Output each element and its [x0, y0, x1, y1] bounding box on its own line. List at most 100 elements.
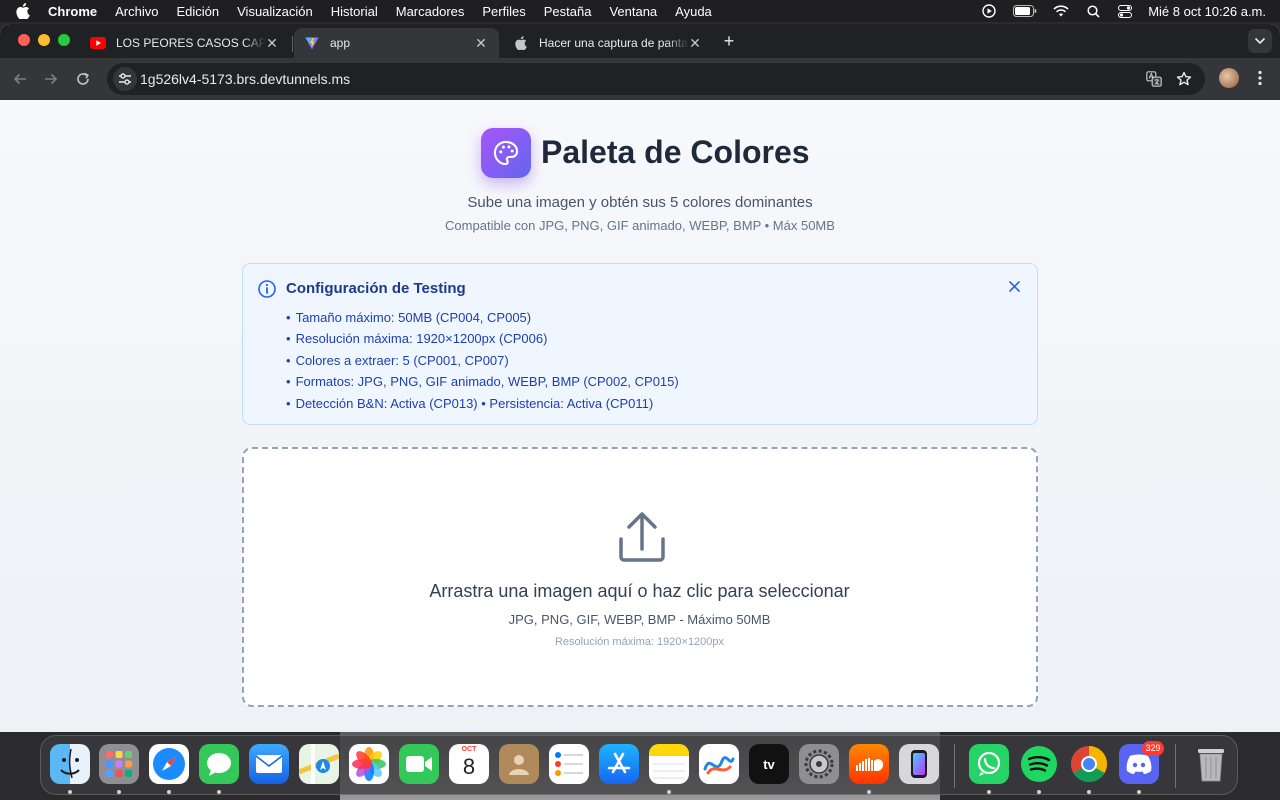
chrome-menu-icon[interactable] [1252, 69, 1268, 87]
page-subtitle: Sube una imagen y obtén sus 5 colores do… [467, 194, 813, 211]
contacts-icon[interactable] [499, 744, 539, 784]
config-item-colors: Colores a extraer: 5 (CP001, CP007) [286, 350, 679, 371]
running-indicator [987, 790, 991, 794]
page-title: Paleta de Colores [541, 134, 810, 170]
calendar-day: 8 [462, 754, 476, 779]
browser-toolbar: 1g526lv4-5173.brs.devtunnels.ms [0, 58, 1280, 100]
reminders-icon[interactable] [549, 744, 589, 784]
wifi-icon[interactable] [1052, 4, 1070, 18]
apple-menu-icon[interactable] [16, 3, 32, 19]
maps-icon[interactable] [299, 744, 339, 784]
apple-tv-icon[interactable]: tv [749, 744, 789, 784]
menu-app-name[interactable]: Chrome [48, 4, 97, 19]
profile-avatar[interactable] [1219, 68, 1239, 88]
address-bar[interactable]: 1g526lv4-5173.brs.devtunnels.ms [107, 63, 1205, 95]
running-indicator [867, 790, 871, 794]
notes-icon[interactable] [649, 744, 689, 784]
dropzone-instruction: Arrastra una imagen aquí o haz clic para… [429, 581, 850, 601]
menu-ventana[interactable]: Ventana [609, 4, 657, 19]
back-arrow-icon[interactable] [9, 68, 31, 90]
close-tab-icon[interactable]: ✕ [687, 35, 703, 51]
apple-icon [513, 35, 529, 51]
page-content: Paleta de Colores Sube una imagen y obté… [0, 100, 1280, 732]
system-settings-icon[interactable] [799, 744, 839, 784]
app-store-icon[interactable] [599, 744, 639, 784]
close-tab-icon[interactable]: ✕ [264, 35, 280, 51]
menu-archivo[interactable]: Archivo [115, 4, 158, 19]
mail-icon[interactable] [249, 744, 289, 784]
vite-icon [304, 35, 320, 51]
running-indicator [1087, 790, 1091, 794]
running-indicator [1137, 790, 1141, 794]
close-window-button[interactable] [18, 34, 30, 46]
dropzone-formats: JPG, PNG, GIF, WEBP, BMP - Máximo 50MB [508, 612, 771, 627]
info-icon [257, 279, 277, 299]
tab-title: Hacer una captura de pantalla [539, 36, 689, 50]
chrome-icon[interactable] [1069, 744, 1109, 784]
menu-perfiles[interactable]: Perfiles [482, 4, 525, 19]
calendar-icon[interactable]: OCT 8 [449, 744, 489, 784]
close-tab-icon[interactable]: ✕ [473, 35, 489, 51]
photos-icon[interactable] [349, 744, 389, 784]
config-item-max-size: Tamaño máximo: 50MB (CP004, CP005) [286, 307, 679, 328]
config-title: Configuración de Testing [286, 280, 466, 297]
bookmark-star-icon[interactable] [1176, 71, 1192, 87]
dropzone-resolution: Resolución máxima: 1920×1200px [554, 636, 725, 648]
safari-icon[interactable] [149, 744, 189, 784]
config-list: Tamaño máximo: 50MB (CP004, CP005) Resol… [286, 307, 679, 414]
tab-divider [292, 36, 293, 52]
running-indicator [117, 790, 121, 794]
macos-menu-bar: Chrome Archivo Edición Visualización His… [0, 0, 1280, 22]
running-indicator [667, 790, 671, 794]
menu-visualizacion[interactable]: Visualización [237, 4, 313, 19]
tab-captura[interactable]: Hacer una captura de pantalla ✕ [503, 28, 713, 58]
tab-app[interactable]: app ✕ [294, 28, 499, 58]
spotify-icon[interactable] [1019, 744, 1059, 784]
menu-ayuda[interactable]: Ayuda [675, 4, 712, 19]
menu-marcadores[interactable]: Marcadores [396, 4, 465, 19]
calendar-month: OCT [461, 746, 477, 753]
minimize-window-button[interactable] [38, 34, 50, 46]
reload-icon[interactable] [72, 68, 94, 90]
zoom-window-button[interactable] [58, 34, 70, 46]
config-item-detection: Detección B&N: Activa (CP013) • Persiste… [286, 393, 679, 414]
control-center-icon[interactable] [1116, 4, 1134, 18]
soundcloud-icon[interactable] [849, 744, 889, 784]
finder-icon[interactable] [50, 744, 90, 784]
whatsapp-icon[interactable] [969, 744, 1009, 784]
status-area: Mié 8 oct 10:26 a.m. [980, 0, 1266, 22]
running-indicator [68, 790, 72, 794]
tab-youtube[interactable]: LOS PEORES CASOS CAPTADOS ✕ [80, 28, 290, 58]
menu-historial[interactable]: Historial [331, 4, 378, 19]
menu-pestana[interactable]: Pestaña [544, 4, 592, 19]
trash-icon[interactable] [1191, 744, 1231, 784]
compatibility-note: Compatible con JPG, PNG, GIF animado, WE… [445, 218, 835, 233]
launchpad-icon[interactable] [99, 744, 139, 784]
running-indicator [167, 790, 171, 794]
tab-search-chevron-icon[interactable] [1248, 29, 1272, 53]
new-tab-button[interactable]: + [719, 32, 739, 52]
running-indicator [1037, 790, 1041, 794]
menu-edicion[interactable]: Edición [176, 4, 219, 19]
freeform-icon[interactable] [699, 744, 739, 784]
url-text[interactable]: 1g526lv4-5173.brs.devtunnels.ms [140, 71, 350, 87]
iphone-mirroring-icon[interactable] [899, 744, 939, 784]
tab-title: app [330, 36, 351, 50]
close-icon[interactable] [1005, 277, 1023, 295]
apple-tv-label: tv [763, 756, 775, 772]
window-controls [18, 34, 70, 46]
spotlight-search-icon[interactable] [1084, 4, 1102, 18]
tab-title: LOS PEORES CASOS CAPTADOS [116, 36, 266, 50]
play-status-icon[interactable] [980, 4, 998, 18]
config-item-formats: Formatos: JPG, PNG, GIF animado, WEBP, B… [286, 371, 679, 392]
menubar-clock[interactable]: Mié 8 oct 10:26 a.m. [1148, 4, 1266, 19]
forward-arrow-icon[interactable] [40, 68, 62, 90]
dock-separator [954, 744, 955, 788]
site-settings-icon[interactable] [113, 67, 137, 91]
translate-icon[interactable] [1146, 71, 1162, 87]
image-dropzone[interactable]: Arrastra una imagen aquí o haz clic para… [242, 447, 1038, 707]
testing-config-panel: Configuración de Testing Tamaño máximo: … [242, 263, 1038, 425]
messages-icon[interactable] [199, 744, 239, 784]
battery-icon[interactable] [1012, 4, 1038, 18]
facetime-icon[interactable] [399, 744, 439, 784]
